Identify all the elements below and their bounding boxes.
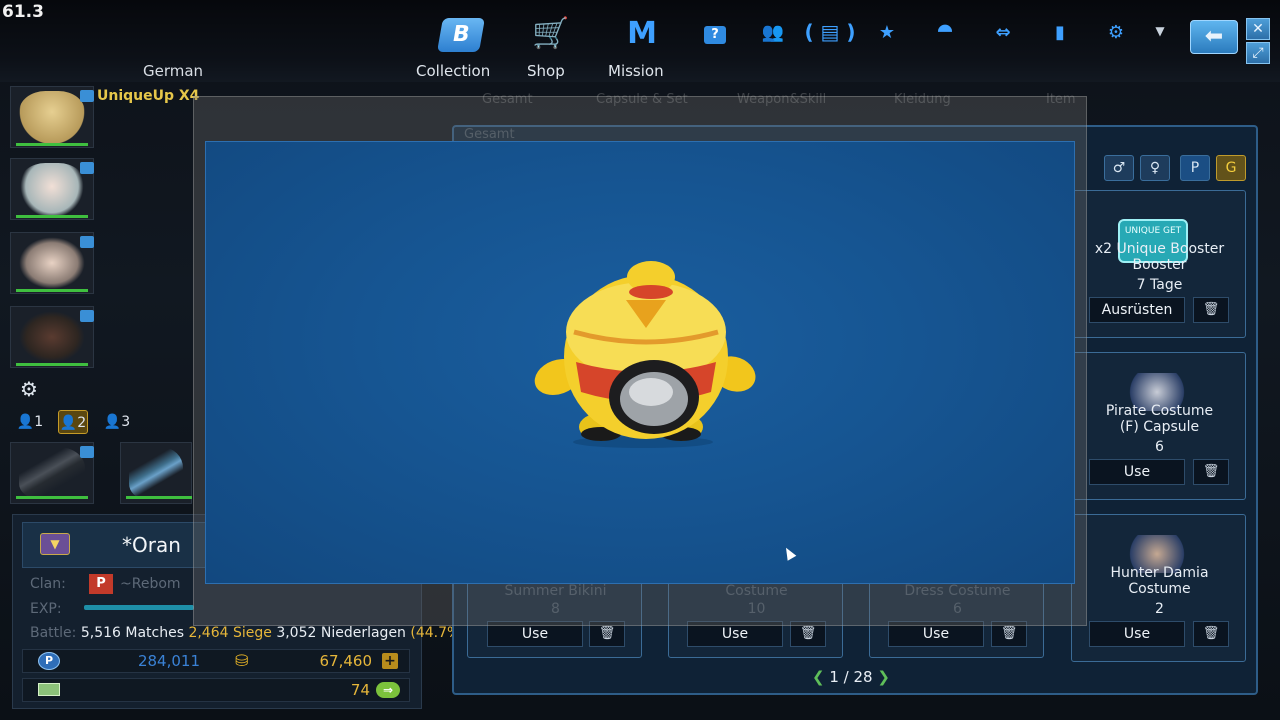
slot-tag-icon [80,310,94,322]
slot-durability [16,363,88,366]
female-filter-button[interactable]: ♀ [1140,155,1170,181]
rank-icon: ▼ [40,533,70,555]
language-selector[interactable]: German [143,62,203,80]
wins-count: 2,464 Siege [188,625,272,641]
item-quantity: 7 Tage [1136,277,1183,293]
top-menu-bar: 61.3 German B 🛒 M Collection Shop Missio… [0,0,1280,82]
item-quantity: 2 [1155,601,1164,617]
shop-label[interactable]: Shop [527,62,565,80]
tab-capsule-set[interactable]: Capsule & Set [596,92,688,107]
slot-tag-icon [80,446,94,458]
book-icon[interactable]: ▮ [1048,22,1072,43]
fps-counter: 61.3 [2,2,44,22]
gold-filter-button[interactable]: G [1216,155,1246,181]
modal-subtitle: Gesamt [464,127,515,142]
face-preview [19,163,85,215]
trash-icon[interactable]: 🗑 [1193,459,1229,485]
item-title: Hunter Damia [1110,565,1209,581]
collection-label[interactable]: Collection [416,62,490,80]
ticket-icon [38,683,60,696]
item-title: Pirate Costume [1105,403,1214,419]
shop-cart-icon[interactable]: 🛒 [531,18,571,52]
points-value: 284,011 [137,652,200,670]
points-filter-button[interactable]: P [1180,155,1210,181]
tab-kleidung[interactable]: Kleidung [894,92,951,107]
slot-weapon-2[interactable] [120,442,192,504]
battle-label: Battle: [30,625,77,641]
hair-preview [19,91,85,143]
ufo-icon[interactable]: ⯊ [930,22,960,43]
slot-tag-icon [80,90,94,102]
collection-icon[interactable]: B [437,18,485,52]
preset-3-button[interactable]: 👤3 [102,410,132,434]
slot-tag-icon [80,236,94,248]
use-button[interactable]: Use [1089,621,1185,647]
top-preview [19,237,85,289]
item-title-line2: (F) Capsule [1119,419,1200,435]
next-page-icon[interactable]: ❯ [877,668,890,686]
mission-label[interactable]: Mission [608,62,664,80]
page-indicator: 1 / 28 [829,668,873,686]
exchange-arrow-icon[interactable]: ⇒ [376,682,400,698]
prev-page-icon[interactable]: ❮ [812,668,825,686]
weapon-preview [129,447,183,499]
losses-count: 3,052 Niederlagen [276,625,406,641]
back-arrow-icon[interactable]: ⬅ [1190,20,1238,54]
equip-button[interactable]: Ausrüsten [1089,297,1185,323]
weapon-preview [19,447,85,499]
tab-gesamt[interactable]: Gesamt [482,92,533,107]
preset-2-button[interactable]: 👤2 [58,410,88,434]
clan-name: ~Rebom [120,576,181,592]
dropdown-chevron-icon[interactable]: ▼ [1150,24,1170,38]
clan-badge-icon: P [89,574,113,594]
tickets-value: 74 [350,681,370,699]
exp-progress-bar [84,605,194,610]
clan-label: Clan: [30,576,66,592]
use-button[interactable]: Use [1089,459,1185,485]
male-filter-button[interactable]: ♂ [1104,155,1134,181]
transfer-icon[interactable]: ⇔ [988,22,1018,43]
gold-value: 67,460 [319,652,373,670]
item-3d-preview[interactable] [205,141,1075,584]
bottom-preview [19,311,85,363]
help-icon[interactable]: ? [704,26,726,44]
matches-count: 5,516 Matches [80,625,184,641]
pagination: ❮ 1 / 28 ❯ [812,668,890,686]
close-icon[interactable]: ✕ [1246,18,1270,40]
item-title-line2: Booster [1132,257,1187,273]
gold-coins-icon: ⛁ [235,651,249,670]
slot-durability [16,143,88,146]
trash-icon[interactable]: 🗑 [1193,621,1229,647]
slot-durability [16,289,88,292]
points-icon: P [38,652,60,670]
battle-stats: Battle: 5,516 Matches 2,464 Siege 3,052 … [30,625,466,641]
slot-durability [16,215,88,218]
friends-icon[interactable]: 👥 [758,22,788,43]
tab-weapon-skill[interactable]: Weapon&Skill [737,92,826,107]
inventory-box-icon[interactable]: ( ▤ ) [800,20,860,44]
exp-label: EXP: [30,601,62,617]
robot-pet-model [534,261,756,448]
mission-icon[interactable]: M [622,18,662,52]
item-title-line2: Costume [1128,581,1191,597]
tab-item[interactable]: Item [1046,92,1076,107]
slot-durability [16,496,88,499]
trash-icon[interactable]: 🗑 [1193,297,1229,323]
gear-icon[interactable]: ⚙ [16,377,42,401]
user-settings-icon[interactable]: ⚙ [1100,22,1132,43]
item-title: x2 Unique Booster [1094,241,1225,257]
add-gold-icon[interactable]: + [382,653,398,669]
resize-icon[interactable]: ⤢ [1246,42,1270,64]
slot-tag-icon [80,162,94,174]
preset-1-button[interactable]: 👤1 [15,410,45,434]
unique-booster-label: UniqueUp X4 [97,88,200,104]
item-quantity: 6 [1155,439,1164,455]
ranking-star-icon[interactable]: ★ [872,22,902,43]
player-name: *Oran [122,533,181,557]
slot-durability [126,496,192,499]
